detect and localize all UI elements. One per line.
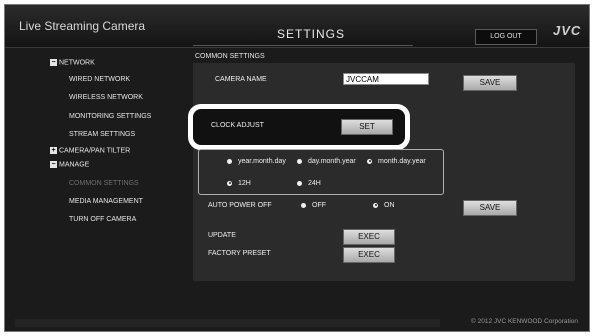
- brand-logo: JVC: [553, 23, 582, 38]
- sidebar-item-turn-off-camera[interactable]: TURN OFF CAMERA: [69, 216, 136, 223]
- app-window: Live Streaming Camera SETTINGS LOG OUT J…: [4, 4, 590, 332]
- radio-selected-icon: [367, 158, 372, 164]
- sidebar-item-stream-settings[interactable]: STREAM SETTINGS: [69, 131, 135, 138]
- radio-icon: [297, 158, 302, 164]
- radio-label: ON: [384, 202, 395, 209]
- radio-label: month.day.year: [378, 158, 426, 165]
- page-title: SETTINGS: [277, 27, 346, 41]
- section-title: COMMON SETTINGS: [195, 53, 265, 60]
- update-exec-button[interactable]: EXEC: [343, 229, 395, 245]
- radio-day-month-year[interactable]: day.month.year: [297, 158, 356, 165]
- save-auto-power-off-button[interactable]: SAVE: [463, 200, 517, 216]
- sidebar-group-manage[interactable]: − MANAGE: [50, 161, 89, 168]
- date-time-format-group: [198, 149, 444, 195]
- radio-selected-icon: [227, 180, 232, 186]
- clock-set-button[interactable]: SET: [341, 119, 393, 135]
- camera-name-label: CAMERA NAME: [215, 76, 267, 83]
- sidebar-item-monitoring-settings[interactable]: MONITORING SETTINGS: [69, 113, 151, 120]
- camera-name-input[interactable]: JVCCAM: [343, 73, 429, 85]
- sidebar-item-common-settings[interactable]: COMMON SETTINGS: [69, 180, 139, 187]
- radio-24h[interactable]: 24H: [297, 180, 321, 187]
- radio-selected-icon: [373, 202, 378, 208]
- radio-label: OFF: [312, 202, 326, 209]
- expand-icon[interactable]: +: [50, 147, 57, 154]
- radio-icon: [227, 158, 232, 164]
- sidebar-group-network[interactable]: − NETWORK: [50, 59, 95, 66]
- radio-12h[interactable]: 12H: [227, 180, 251, 187]
- footer-bar: [15, 319, 440, 327]
- save-camera-name-button[interactable]: SAVE: [463, 75, 517, 91]
- auto-power-off-label: AUTO POWER OFF: [208, 202, 272, 209]
- sidebar-item-wired-network[interactable]: WIRED NETWORK: [69, 76, 130, 83]
- radio-label: year.month.day: [238, 158, 286, 165]
- sidebar-group-label: MANAGE: [59, 161, 90, 169]
- sidebar-group-label: NETWORK: [59, 59, 95, 67]
- factory-preset-exec-button[interactable]: EXEC: [343, 247, 395, 263]
- radio-label: 12H: [238, 180, 251, 187]
- radio-month-day-year[interactable]: month.day.year: [367, 158, 426, 165]
- title-divider: [193, 45, 413, 46]
- radio-auto-power-off-on[interactable]: ON: [373, 202, 395, 209]
- radio-icon: [297, 180, 302, 186]
- factory-preset-label: FACTORY PRESET: [208, 250, 271, 257]
- sidebar-item-media-management[interactable]: MEDIA MANAGEMENT: [69, 198, 143, 205]
- radio-auto-power-off-off[interactable]: OFF: [301, 202, 326, 209]
- collapse-icon[interactable]: −: [50, 161, 57, 168]
- radio-icon: [301, 202, 306, 208]
- copyright-text: © 2012 JVC KENWOOD Corporation: [471, 318, 579, 325]
- radio-label: 24H: [308, 180, 321, 187]
- collapse-icon[interactable]: −: [50, 59, 57, 66]
- top-bar: Live Streaming Camera SETTINGS LOG OUT J…: [5, 5, 589, 48]
- clock-adjust-label: CLOCK ADJUST: [211, 122, 264, 129]
- update-label: UPDATE: [208, 232, 236, 239]
- sidebar-group-label: CAMERA/PAN TILTER: [59, 147, 131, 155]
- radio-year-month-day[interactable]: year.month.day: [227, 158, 286, 165]
- sidebar-group-camera-pan-tilter[interactable]: + CAMERA/PAN TILTER: [50, 147, 130, 154]
- sidebar-item-wireless-network[interactable]: WIRELESS NETWORK: [69, 94, 143, 101]
- radio-label: day.month.year: [308, 158, 356, 165]
- app-title: Live Streaming Camera: [19, 19, 146, 33]
- logout-button[interactable]: LOG OUT: [475, 29, 537, 45]
